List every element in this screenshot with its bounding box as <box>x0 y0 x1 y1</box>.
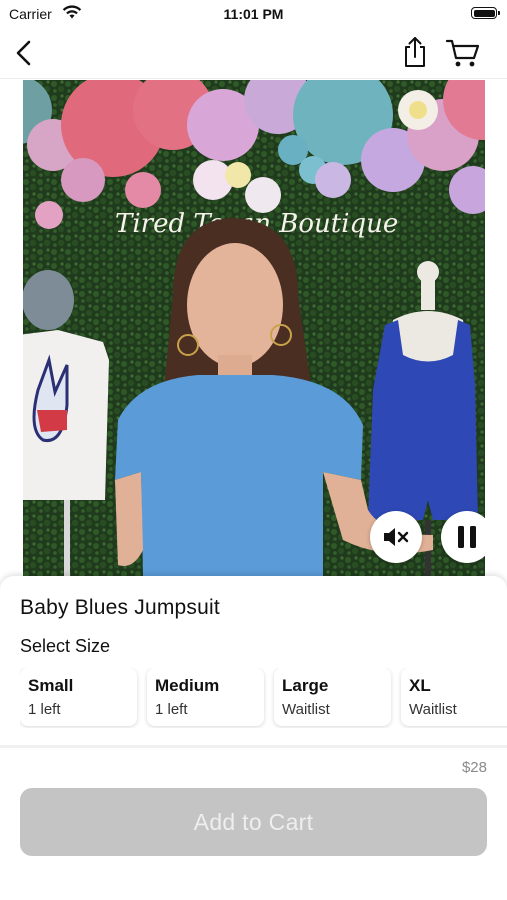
cart-icon <box>445 39 480 67</box>
video-frame: Tired Texan Boutique <box>23 80 485 576</box>
price-label: $28 <box>461 759 487 776</box>
status-bar: Carrier 11:01 PM <box>0 0 507 28</box>
product-sheet: Baby Blues Jumpsuit Select Size Small 1 … <box>0 576 507 900</box>
size-availability: 1 left <box>28 701 61 718</box>
speaker-muted-icon <box>384 528 409 546</box>
size-name: Large <box>282 676 329 695</box>
product-title: Baby Blues Jumpsuit <box>20 596 220 619</box>
size-availability: Waitlist <box>409 701 457 718</box>
clock: 11:01 PM <box>223 6 284 22</box>
product-video[interactable]: Tired Texan Boutique <box>23 80 485 576</box>
size-name: Medium <box>155 676 220 695</box>
pause-button[interactable] <box>441 511 485 563</box>
size-options: Small 1 left Medium 1 left Large Waitlis… <box>20 668 507 728</box>
select-size-label: Select Size <box>20 636 111 656</box>
chevron-left-icon <box>16 40 31 66</box>
cart-button[interactable] <box>445 37 481 69</box>
divider <box>0 745 507 748</box>
back-button[interactable] <box>10 38 38 68</box>
size-name: Small <box>28 676 74 695</box>
size-availability: Waitlist <box>282 701 330 718</box>
size-availability: 1 left <box>155 701 188 718</box>
size-name: XL <box>409 676 431 695</box>
share-button[interactable] <box>400 35 430 69</box>
size-option-large[interactable]: Large Waitlist <box>274 668 391 726</box>
share-icon <box>405 37 425 67</box>
add-to-cart-button[interactable]: Add to Cart <box>20 788 487 856</box>
size-option-small[interactable]: Small 1 left <box>20 668 137 726</box>
mute-button[interactable] <box>370 511 422 563</box>
battery-full-icon <box>471 7 500 19</box>
nav-bar <box>0 28 507 79</box>
size-option-medium[interactable]: Medium 1 left <box>147 668 264 726</box>
size-option-xl[interactable]: XL Waitlist <box>401 668 507 726</box>
pause-icon <box>458 526 476 548</box>
